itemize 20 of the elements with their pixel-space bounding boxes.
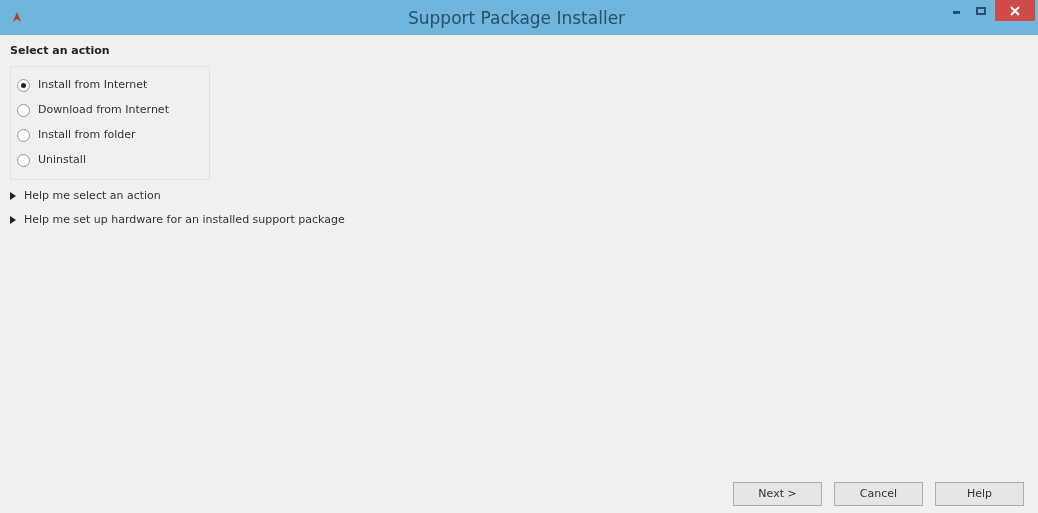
dialog-button[interactable]: Help bbox=[935, 482, 1024, 506]
dialog-button[interactable]: Next > bbox=[733, 482, 822, 506]
expander-triangle-icon[interactable] bbox=[10, 191, 16, 200]
expander-triangle-icon[interactable] bbox=[10, 216, 16, 225]
radio-button[interactable] bbox=[17, 128, 30, 142]
window-title: Support Package Installer bbox=[408, 7, 626, 30]
radio-label[interactable]: Install from folder bbox=[38, 126, 136, 144]
section-heading: Select an action bbox=[10, 43, 110, 59]
dialog-button[interactable]: Cancel bbox=[834, 482, 923, 506]
help-link[interactable]: Help me set up hardware for an installed support package bbox=[24, 212, 345, 229]
radio-label[interactable]: Uninstall bbox=[38, 151, 86, 169]
radio-label[interactable]: Download from Internet bbox=[38, 101, 169, 119]
radio-button[interactable] bbox=[17, 78, 30, 92]
radio-label[interactable]: Install from Internet bbox=[38, 76, 148, 94]
app-logo-icon bbox=[12, 11, 22, 23]
radio-button[interactable] bbox=[17, 153, 30, 167]
close-icon bbox=[1010, 5, 1020, 16]
help-link[interactable]: Help me select an action bbox=[24, 187, 161, 204]
close-button[interactable] bbox=[995, 0, 1035, 21]
radio-button[interactable] bbox=[17, 103, 30, 117]
